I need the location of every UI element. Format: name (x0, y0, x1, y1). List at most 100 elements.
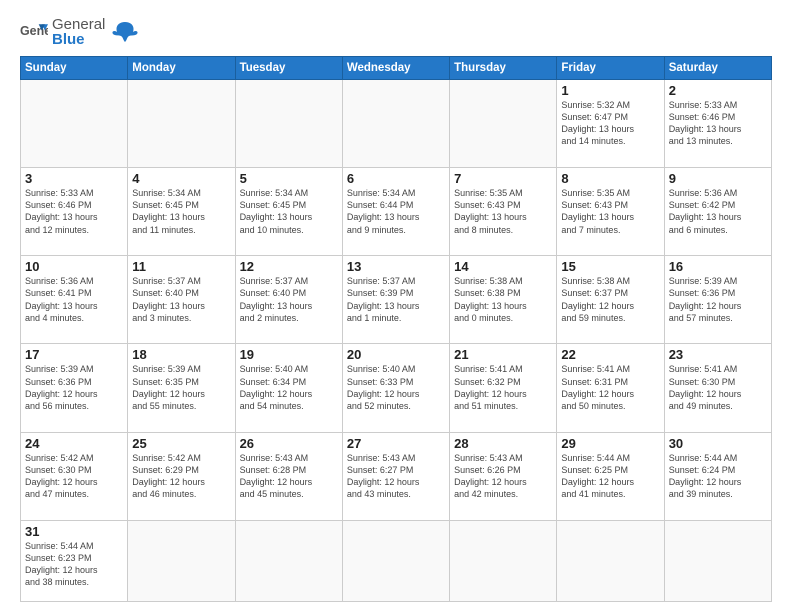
day-info: Sunrise: 5:43 AM Sunset: 6:26 PM Dayligh… (454, 452, 552, 501)
day-info: Sunrise: 5:38 AM Sunset: 6:37 PM Dayligh… (561, 275, 659, 324)
day-info: Sunrise: 5:39 AM Sunset: 6:35 PM Dayligh… (132, 363, 230, 412)
weekday-header-tuesday: Tuesday (235, 57, 342, 80)
calendar-table: SundayMondayTuesdayWednesdayThursdayFrid… (20, 56, 772, 602)
calendar-cell: 27Sunrise: 5:43 AM Sunset: 6:27 PM Dayli… (342, 432, 449, 520)
calendar-cell (342, 520, 449, 601)
day-number: 23 (669, 347, 767, 362)
day-number: 21 (454, 347, 552, 362)
calendar-cell: 13Sunrise: 5:37 AM Sunset: 6:39 PM Dayli… (342, 256, 449, 344)
day-number: 16 (669, 259, 767, 274)
day-info: Sunrise: 5:41 AM Sunset: 6:32 PM Dayligh… (454, 363, 552, 412)
logo-bird-icon (109, 16, 141, 48)
calendar-cell: 21Sunrise: 5:41 AM Sunset: 6:32 PM Dayli… (450, 344, 557, 432)
day-info: Sunrise: 5:40 AM Sunset: 6:33 PM Dayligh… (347, 363, 445, 412)
calendar-cell: 25Sunrise: 5:42 AM Sunset: 6:29 PM Dayli… (128, 432, 235, 520)
calendar-cell: 3Sunrise: 5:33 AM Sunset: 6:46 PM Daylig… (21, 168, 128, 256)
calendar-week-row: 3Sunrise: 5:33 AM Sunset: 6:46 PM Daylig… (21, 168, 772, 256)
weekday-header-wednesday: Wednesday (342, 57, 449, 80)
calendar-cell: 11Sunrise: 5:37 AM Sunset: 6:40 PM Dayli… (128, 256, 235, 344)
day-info: Sunrise: 5:35 AM Sunset: 6:43 PM Dayligh… (454, 187, 552, 236)
calendar-cell (235, 520, 342, 601)
calendar-cell: 23Sunrise: 5:41 AM Sunset: 6:30 PM Dayli… (664, 344, 771, 432)
calendar-cell: 7Sunrise: 5:35 AM Sunset: 6:43 PM Daylig… (450, 168, 557, 256)
day-number: 11 (132, 259, 230, 274)
day-number: 7 (454, 171, 552, 186)
calendar-week-row: 24Sunrise: 5:42 AM Sunset: 6:30 PM Dayli… (21, 432, 772, 520)
calendar-cell: 1Sunrise: 5:32 AM Sunset: 6:47 PM Daylig… (557, 80, 664, 168)
day-number: 6 (347, 171, 445, 186)
day-info: Sunrise: 5:42 AM Sunset: 6:29 PM Dayligh… (132, 452, 230, 501)
day-info: Sunrise: 5:36 AM Sunset: 6:41 PM Dayligh… (25, 275, 123, 324)
day-info: Sunrise: 5:37 AM Sunset: 6:40 PM Dayligh… (240, 275, 338, 324)
day-number: 26 (240, 436, 338, 451)
day-number: 14 (454, 259, 552, 274)
logo-icon: General (20, 21, 48, 43)
calendar-cell (342, 80, 449, 168)
calendar-cell: 22Sunrise: 5:41 AM Sunset: 6:31 PM Dayli… (557, 344, 664, 432)
day-info: Sunrise: 5:39 AM Sunset: 6:36 PM Dayligh… (669, 275, 767, 324)
day-info: Sunrise: 5:37 AM Sunset: 6:39 PM Dayligh… (347, 275, 445, 324)
day-number: 30 (669, 436, 767, 451)
day-number: 15 (561, 259, 659, 274)
day-number: 25 (132, 436, 230, 451)
day-number: 2 (669, 83, 767, 98)
calendar-cell (450, 80, 557, 168)
calendar-cell: 16Sunrise: 5:39 AM Sunset: 6:36 PM Dayli… (664, 256, 771, 344)
calendar-week-row: 10Sunrise: 5:36 AM Sunset: 6:41 PM Dayli… (21, 256, 772, 344)
calendar-cell: 31Sunrise: 5:44 AM Sunset: 6:23 PM Dayli… (21, 520, 128, 601)
day-info: Sunrise: 5:34 AM Sunset: 6:45 PM Dayligh… (240, 187, 338, 236)
day-info: Sunrise: 5:36 AM Sunset: 6:42 PM Dayligh… (669, 187, 767, 236)
calendar-cell (557, 520, 664, 601)
calendar-cell: 26Sunrise: 5:43 AM Sunset: 6:28 PM Dayli… (235, 432, 342, 520)
logo-blue: Blue (52, 32, 105, 47)
day-number: 27 (347, 436, 445, 451)
day-info: Sunrise: 5:35 AM Sunset: 6:43 PM Dayligh… (561, 187, 659, 236)
day-info: Sunrise: 5:33 AM Sunset: 6:46 PM Dayligh… (669, 99, 767, 148)
calendar-cell (21, 80, 128, 168)
day-info: Sunrise: 5:44 AM Sunset: 6:23 PM Dayligh… (25, 540, 123, 589)
day-number: 12 (240, 259, 338, 274)
logo: General General Blue (20, 16, 141, 48)
day-number: 29 (561, 436, 659, 451)
calendar-cell (235, 80, 342, 168)
calendar-cell: 18Sunrise: 5:39 AM Sunset: 6:35 PM Dayli… (128, 344, 235, 432)
calendar-header-row: SundayMondayTuesdayWednesdayThursdayFrid… (21, 57, 772, 80)
calendar-cell: 8Sunrise: 5:35 AM Sunset: 6:43 PM Daylig… (557, 168, 664, 256)
calendar-cell: 10Sunrise: 5:36 AM Sunset: 6:41 PM Dayli… (21, 256, 128, 344)
page-header: General General Blue (20, 16, 772, 48)
day-number: 24 (25, 436, 123, 451)
calendar-cell: 4Sunrise: 5:34 AM Sunset: 6:45 PM Daylig… (128, 168, 235, 256)
weekday-header-friday: Friday (557, 57, 664, 80)
day-info: Sunrise: 5:38 AM Sunset: 6:38 PM Dayligh… (454, 275, 552, 324)
day-info: Sunrise: 5:43 AM Sunset: 6:28 PM Dayligh… (240, 452, 338, 501)
day-info: Sunrise: 5:42 AM Sunset: 6:30 PM Dayligh… (25, 452, 123, 501)
calendar-cell (664, 520, 771, 601)
calendar-week-row: 17Sunrise: 5:39 AM Sunset: 6:36 PM Dayli… (21, 344, 772, 432)
day-info: Sunrise: 5:39 AM Sunset: 6:36 PM Dayligh… (25, 363, 123, 412)
day-number: 5 (240, 171, 338, 186)
day-info: Sunrise: 5:43 AM Sunset: 6:27 PM Dayligh… (347, 452, 445, 501)
day-number: 1 (561, 83, 659, 98)
day-number: 10 (25, 259, 123, 274)
calendar-cell: 6Sunrise: 5:34 AM Sunset: 6:44 PM Daylig… (342, 168, 449, 256)
day-number: 9 (669, 171, 767, 186)
calendar-cell: 12Sunrise: 5:37 AM Sunset: 6:40 PM Dayli… (235, 256, 342, 344)
day-number: 17 (25, 347, 123, 362)
day-info: Sunrise: 5:32 AM Sunset: 6:47 PM Dayligh… (561, 99, 659, 148)
day-info: Sunrise: 5:44 AM Sunset: 6:25 PM Dayligh… (561, 452, 659, 501)
calendar-week-row: 31Sunrise: 5:44 AM Sunset: 6:23 PM Dayli… (21, 520, 772, 601)
calendar-cell (450, 520, 557, 601)
logo-general: General (52, 17, 105, 32)
day-number: 20 (347, 347, 445, 362)
calendar-cell: 24Sunrise: 5:42 AM Sunset: 6:30 PM Dayli… (21, 432, 128, 520)
day-info: Sunrise: 5:40 AM Sunset: 6:34 PM Dayligh… (240, 363, 338, 412)
calendar-cell: 30Sunrise: 5:44 AM Sunset: 6:24 PM Dayli… (664, 432, 771, 520)
day-info: Sunrise: 5:41 AM Sunset: 6:31 PM Dayligh… (561, 363, 659, 412)
calendar-cell: 20Sunrise: 5:40 AM Sunset: 6:33 PM Dayli… (342, 344, 449, 432)
calendar-cell (128, 520, 235, 601)
day-number: 19 (240, 347, 338, 362)
weekday-header-saturday: Saturday (664, 57, 771, 80)
calendar-cell: 2Sunrise: 5:33 AM Sunset: 6:46 PM Daylig… (664, 80, 771, 168)
day-info: Sunrise: 5:37 AM Sunset: 6:40 PM Dayligh… (132, 275, 230, 324)
calendar-cell: 28Sunrise: 5:43 AM Sunset: 6:26 PM Dayli… (450, 432, 557, 520)
